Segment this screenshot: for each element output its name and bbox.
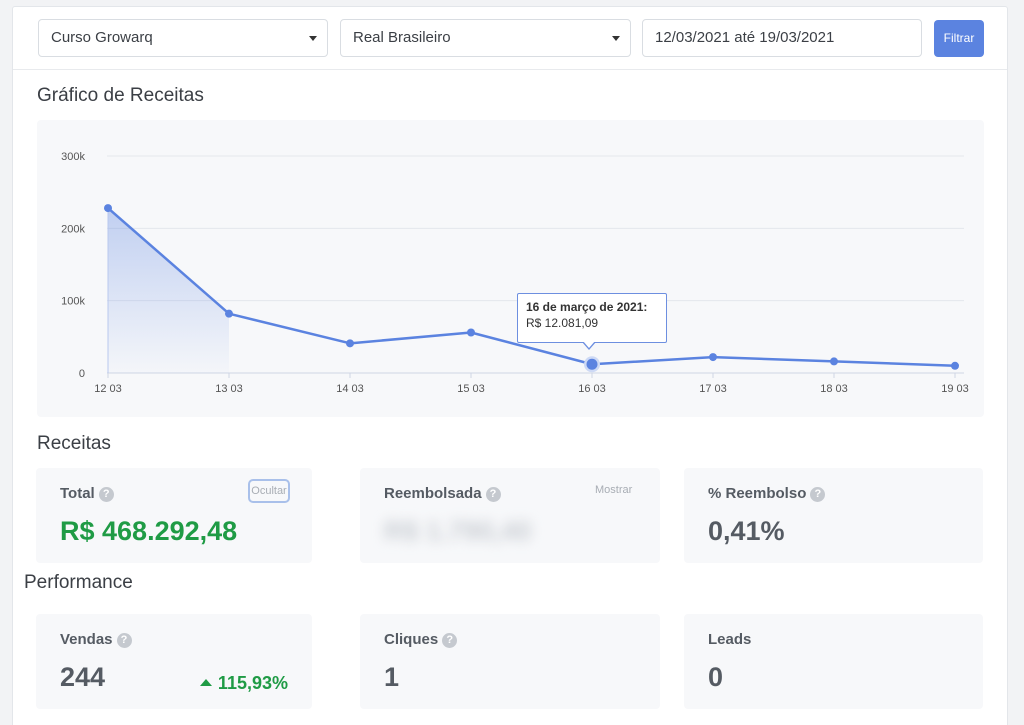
course-select[interactable]: Curso Growarq bbox=[38, 19, 328, 57]
stat-leads-value: 0 bbox=[708, 662, 724, 692]
stat-cliques-value: 1 bbox=[384, 662, 400, 692]
filter-bar: Curso Growarq Real Brasileiro 12/03/2021… bbox=[38, 19, 984, 59]
tooltip-value: R$ 12.081,09 bbox=[526, 316, 599, 330]
show-reembolsada-button[interactable]: Mostrar bbox=[595, 484, 632, 496]
data-point bbox=[951, 361, 959, 370]
help-icon[interactable]: ? bbox=[116, 633, 132, 648]
data-point bbox=[104, 204, 112, 213]
x-tick-label: 16 03 bbox=[578, 383, 606, 395]
y-tick-label: 200k bbox=[61, 223, 85, 235]
receitas-section-title: Receitas bbox=[37, 433, 111, 454]
x-tick-label: 19 03 bbox=[941, 383, 969, 395]
help-icon[interactable]: ? bbox=[98, 487, 114, 502]
y-tick-label: 0 bbox=[79, 368, 85, 380]
stat-vendas-trend-value: 115,93% bbox=[217, 673, 288, 693]
tooltip-arrow-inner bbox=[583, 341, 595, 348]
stat-vendas-label-wrap: Vendas? bbox=[60, 631, 132, 648]
stat-leads: Leads 0 bbox=[684, 614, 983, 709]
area-fill bbox=[108, 208, 229, 373]
stat-vendas-trend: 115,93% bbox=[199, 673, 288, 694]
data-point bbox=[830, 357, 838, 366]
data-point bbox=[225, 309, 233, 318]
revenue-chart-svg: 0 100k 200k 300k 12 03 13 03 14 03 15 03 16 03 1… bbox=[61, 151, 969, 395]
stat-vendas-value: 244 bbox=[60, 662, 106, 692]
stat-cliques-label: Cliques bbox=[384, 631, 439, 648]
stat-vendas: Vendas? 244 115,93% bbox=[36, 614, 312, 709]
stat-reembolsada-value: R$ 1.790,40 bbox=[384, 516, 532, 546]
stat-total: Total? Ocultar R$ 468.292,48 bbox=[36, 468, 312, 563]
stat-cliques: Cliques? 1 bbox=[360, 614, 660, 709]
x-tick-label: 18 03 bbox=[820, 383, 848, 395]
arrow-up-icon bbox=[199, 679, 212, 686]
tooltip-title: 16 de março de 2021: bbox=[526, 300, 648, 314]
x-tick-label: 12 03 bbox=[94, 383, 122, 395]
data-point bbox=[709, 353, 717, 362]
x-tick-label: 15 03 bbox=[457, 383, 485, 395]
chart-tooltip: 16 de março de 2021: R$ 12.081,09 bbox=[517, 293, 667, 350]
data-point bbox=[467, 328, 475, 337]
stat-reembolsada-label: Reembolsada bbox=[384, 485, 482, 502]
y-tick-label: 100k bbox=[61, 296, 85, 308]
stat-pct-reembolso-value: 0,41% bbox=[708, 516, 785, 546]
divider bbox=[13, 69, 1007, 70]
x-tick-label: 13 03 bbox=[215, 383, 243, 395]
stat-pct-reembolso: % Reembolso? 0,41% bbox=[684, 468, 983, 563]
course-select-value: Curso Growarq bbox=[51, 29, 153, 46]
currency-select-value: Real Brasileiro bbox=[353, 29, 451, 46]
caret-down-icon bbox=[309, 36, 317, 41]
help-icon[interactable]: ? bbox=[810, 487, 826, 502]
filter-button[interactable]: Filtrar bbox=[934, 20, 984, 57]
performance-section-title: Performance bbox=[24, 572, 133, 593]
stat-vendas-label: Vendas bbox=[60, 631, 113, 648]
help-icon[interactable]: ? bbox=[442, 633, 458, 648]
date-range-value: 12/03/2021 até 19/03/2021 bbox=[655, 29, 835, 46]
caret-down-icon bbox=[612, 36, 620, 41]
y-tick-label: 300k bbox=[61, 151, 85, 163]
stat-leads-label: Leads bbox=[708, 631, 752, 648]
help-icon[interactable]: ? bbox=[485, 487, 501, 502]
currency-select[interactable]: Real Brasileiro bbox=[340, 19, 631, 57]
chart-section-title: Gráfico de Receitas bbox=[37, 85, 204, 106]
stat-reembolsada-label-wrap: Reembolsada? bbox=[384, 485, 501, 502]
date-range-input[interactable]: 12/03/2021 até 19/03/2021 bbox=[642, 19, 922, 57]
stat-reembolsada: Reembolsada? Mostrar R$ 1.790,40 bbox=[360, 468, 660, 563]
revenue-chart: 0 100k 200k 300k 12 03 13 03 14 03 15 03 16 03 1… bbox=[37, 120, 984, 417]
stat-cliques-label-wrap: Cliques? bbox=[384, 631, 458, 648]
data-point-highlighted bbox=[586, 358, 598, 370]
hide-total-button[interactable]: Ocultar bbox=[248, 479, 290, 503]
stat-pct-reembolso-label-wrap: % Reembolso? bbox=[708, 485, 826, 502]
stat-total-value: R$ 468.292,48 bbox=[60, 516, 238, 546]
stat-pct-reembolso-label: % Reembolso bbox=[708, 485, 807, 502]
stat-total-label: Total bbox=[60, 485, 95, 502]
x-tick-label: 14 03 bbox=[336, 383, 364, 395]
stat-total-label-wrap: Total? bbox=[60, 485, 114, 502]
data-point bbox=[346, 339, 354, 348]
x-tick-label: 17 03 bbox=[699, 383, 727, 395]
stat-leads-label-wrap: Leads bbox=[708, 631, 751, 648]
